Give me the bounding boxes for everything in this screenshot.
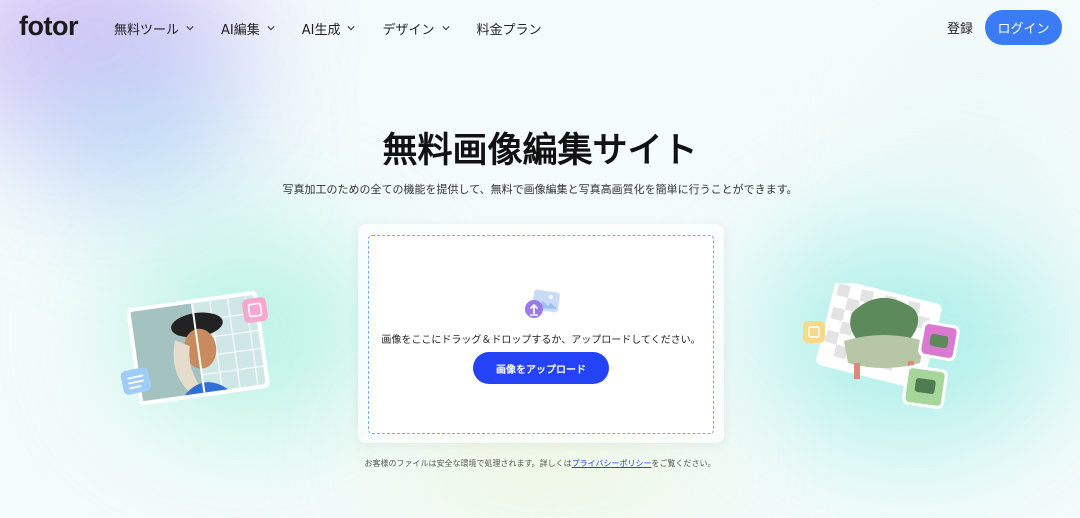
nav-ai-edit[interactable]: AI編集 xyxy=(221,19,275,38)
nav-pricing[interactable]: 料金プラン xyxy=(477,19,542,38)
privacy-notice: お客様のファイルは安全な環境で処理されます。詳しくはプライバシーポリシーをご覧く… xyxy=(0,458,1080,469)
nav-label: AI生成 xyxy=(301,22,341,38)
nav-ai-generate[interactable]: AI生成 xyxy=(302,19,356,38)
upload-image-button[interactable]: 画像をアップロード xyxy=(473,352,609,384)
nav-design[interactable]: デザイン xyxy=(382,19,450,38)
main-nav: 無料ツール AI編集 AI生成 デザイン 料金プラン xyxy=(114,0,569,56)
nav-label: デザイン xyxy=(382,22,435,38)
chevron-down-icon xyxy=(267,26,275,31)
site-header: fotor 無料ツール AI編集 AI生成 デザイン 料金プラン 登録 ログイン xyxy=(0,0,1080,56)
nav-free-tools[interactable]: 無料ツール xyxy=(114,19,194,38)
login-button[interactable]: ログイン xyxy=(985,10,1062,45)
page-subtitle: 写真加工のための全ての機能を提供して、無料で画像編集と写真高画質化を簡単に行うこ… xyxy=(282,183,798,196)
chevron-down-icon xyxy=(441,26,450,31)
privacy-policy-link[interactable]: プライバシーポリシー xyxy=(572,459,652,468)
page-title: 無料画像編集サイト xyxy=(382,131,698,171)
privacy-suffix: をご覧ください。 xyxy=(651,459,716,468)
fotor-logo[interactable]: fotor xyxy=(19,11,78,42)
upload-card: 画像をここにドラッグ＆ドロップするか、アップロードしてください。 画像をアップロ… xyxy=(358,224,724,443)
portrait-edit-illustration xyxy=(120,290,270,406)
nav-label: AI編集 xyxy=(221,22,260,38)
chevron-down-icon xyxy=(186,26,194,31)
image-upload-icon xyxy=(525,289,560,318)
privacy-prefix: お客様のファイルは安全な環境で処理されます。詳しくは xyxy=(364,459,572,468)
upload-dropzone[interactable]: 画像をここにドラッグ＆ドロップするか、アップロードしてください。 画像をアップロ… xyxy=(368,235,714,434)
chair-removal-illustration xyxy=(803,283,960,409)
chevron-down-icon xyxy=(347,26,356,31)
dropzone-instructions: 画像をここにドラッグ＆ドロップするか、アップロードしてください。 xyxy=(381,335,701,346)
nav-label: 無料ツール xyxy=(114,22,180,38)
signup-link[interactable]: 登録 xyxy=(947,18,973,37)
nav-label: 料金プラン xyxy=(476,22,542,38)
